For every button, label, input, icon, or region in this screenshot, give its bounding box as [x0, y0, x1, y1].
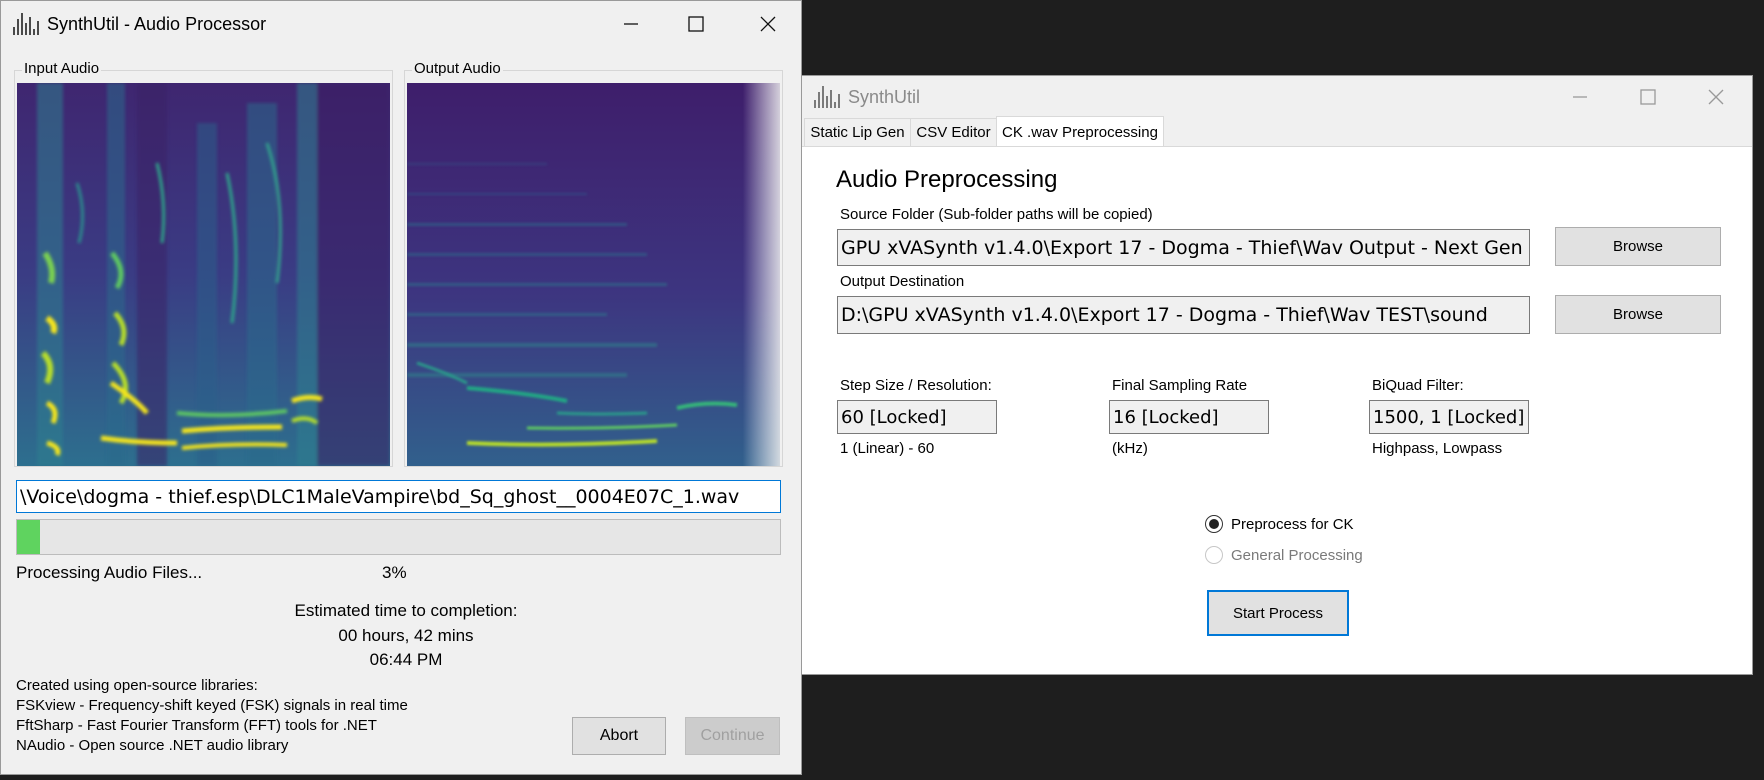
eta-time: 06:44 PM: [369, 650, 443, 669]
close-button[interactable]: [1681, 76, 1751, 118]
source-browse-button[interactable]: Browse: [1555, 227, 1721, 266]
step-size-label: Step Size / Resolution:: [840, 377, 992, 394]
tab-ck-wav-preprocessing[interactable]: CK .wav Preprocessing: [996, 116, 1164, 147]
maximize-button[interactable]: [1613, 76, 1683, 118]
progress-percent: 3%: [382, 563, 407, 582]
maximize-button[interactable]: [661, 1, 731, 47]
maximize-icon: [688, 16, 704, 32]
sampling-rate-value: 16 [Locked]: [1113, 406, 1219, 428]
credits-heading: Created using open-source libraries:: [16, 677, 258, 694]
tab-strip: Static Lip Gen CSV Editor CK .wav Prepro…: [802, 116, 1752, 147]
page-title: Audio Preprocessing: [836, 166, 1058, 193]
input-audio-group: Input Audio: [14, 60, 393, 467]
window-title: SynthUtil - Audio Processor: [47, 13, 267, 34]
step-size-hint: 1 (Linear) - 60: [840, 440, 935, 457]
output-spectrogram: [407, 83, 780, 466]
current-file-field[interactable]: \Voice\dogma - thief.esp\DLC1MaleVampire…: [16, 480, 781, 513]
abort-button[interactable]: Abort: [572, 717, 666, 755]
status-text: Processing Audio Files...: [16, 563, 203, 582]
radio-preprocess-ck-label: Preprocess for CK: [1231, 515, 1354, 533]
biquad-filter-label: BiQuad Filter:: [1372, 377, 1464, 394]
source-folder-value: GPU xVASynth v1.4.0\Export 17 - Dogma - …: [841, 236, 1523, 259]
close-icon: [1708, 89, 1724, 105]
app-waveform-icon: [814, 86, 840, 108]
radio-unselected-icon: [1205, 546, 1223, 564]
continue-button[interactable]: Continue: [685, 717, 780, 755]
biquad-filter-value: 1500, 1 [Locked]: [1373, 406, 1525, 428]
output-audio-label: Output Audio: [412, 60, 503, 77]
minimize-button[interactable]: [1545, 76, 1615, 118]
source-folder-input[interactable]: GPU xVASynth v1.4.0\Export 17 - Dogma - …: [837, 229, 1530, 266]
radio-general-processing[interactable]: General Processing: [1205, 546, 1363, 564]
source-folder-label: Source Folder (Sub-folder paths will be …: [840, 206, 1153, 223]
sampling-rate-label: Final Sampling Rate: [1112, 377, 1248, 394]
radio-selected-icon: [1205, 515, 1223, 533]
synthutil-window: SynthUtil Static Lip Gen CSV Editor CK .…: [802, 75, 1753, 675]
credit-fskview: FSKview - Frequency-shift keyed (FSK) si…: [16, 697, 408, 714]
current-file-value: \Voice\dogma - thief.esp\DLC1MaleVampire…: [20, 485, 740, 508]
progress-bar: [16, 519, 781, 555]
output-browse-button[interactable]: Browse: [1555, 295, 1721, 334]
radio-preprocess-ck[interactable]: Preprocess for CK: [1205, 515, 1354, 533]
biquad-filter-hint: Highpass, Lowpass: [1372, 440, 1503, 457]
step-size-field[interactable]: 60 [Locked]: [837, 400, 997, 434]
eta-heading: Estimated time to completion:: [294, 601, 518, 620]
tab-csv-editor[interactable]: CSV Editor: [910, 118, 997, 146]
output-destination-label: Output Destination: [840, 273, 965, 290]
step-size-value: 60 [Locked]: [841, 406, 947, 428]
eta-duration: 00 hours, 42 mins: [338, 626, 474, 645]
audio-processor-window: SynthUtil - Audio Processor Input Audio: [0, 0, 802, 775]
credit-naudio: NAudio - Open source .NET audio library: [16, 737, 289, 754]
sampling-rate-hint: (kHz): [1112, 440, 1148, 457]
radio-general-processing-label: General Processing: [1231, 546, 1363, 564]
sampling-rate-field[interactable]: 16 [Locked]: [1109, 400, 1269, 434]
input-spectrogram: [17, 83, 390, 466]
credit-fftsharp: FftSharp - Fast Fourier Transform (FFT) …: [16, 717, 377, 734]
close-button[interactable]: [733, 1, 803, 47]
minimize-icon: [1573, 96, 1587, 98]
window-title: SynthUtil: [848, 86, 921, 107]
app-waveform-icon: [13, 13, 39, 35]
preprocessing-panel: Audio Preprocessing Source Folder (Sub-f…: [802, 146, 1752, 674]
tab-static-lip-gen[interactable]: Static Lip Gen: [804, 118, 911, 146]
start-process-button[interactable]: Start Process: [1207, 590, 1349, 636]
output-destination-input[interactable]: D:\GPU xVASynth v1.4.0\Export 17 - Dogma…: [837, 296, 1530, 334]
close-icon: [760, 16, 776, 32]
maximize-icon: [1640, 89, 1656, 105]
biquad-filter-field[interactable]: 1500, 1 [Locked]: [1369, 400, 1529, 434]
output-audio-group: Output Audio: [404, 60, 783, 467]
progress-fill: [17, 520, 40, 554]
minimize-button[interactable]: [596, 1, 666, 47]
input-audio-label: Input Audio: [22, 60, 102, 77]
minimize-icon: [624, 23, 638, 25]
output-destination-value: D:\GPU xVASynth v1.4.0\Export 17 - Dogma…: [841, 304, 1488, 326]
